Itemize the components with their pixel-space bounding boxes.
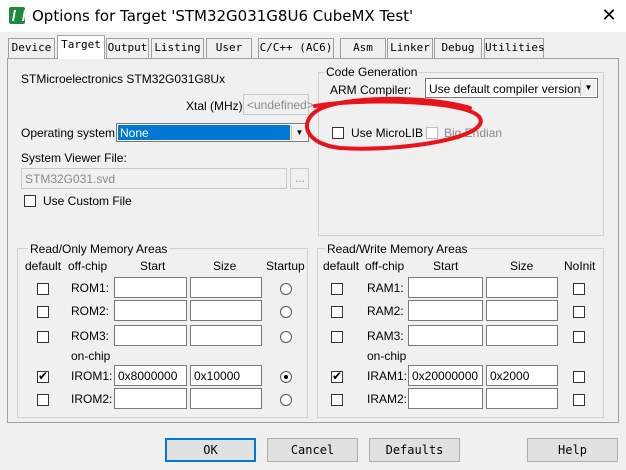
tab-target[interactable]: Target — [57, 35, 105, 59]
memory-default-checkbox[interactable] — [37, 283, 49, 295]
noinit-checkbox[interactable] — [573, 371, 585, 383]
memory-default-checkbox[interactable] — [331, 283, 343, 295]
rw-onchip-label: on-chip — [367, 349, 407, 363]
memory-area-label: RAM1: — [367, 281, 404, 295]
ro-header-start: Start — [140, 259, 166, 273]
noinit-checkbox[interactable] — [573, 306, 585, 318]
memory-start-input[interactable] — [408, 277, 483, 298]
rw-header-size: Size — [510, 259, 534, 273]
memory-size-input[interactable] — [486, 325, 558, 346]
rw-header-offchip: off-chip — [365, 259, 405, 273]
ok-button[interactable]: OK — [165, 438, 256, 462]
memory-start-input[interactable]: 0x20000000 — [408, 365, 483, 386]
ro-onchip-label: on-chip — [71, 349, 111, 363]
ro-header-size: Size — [213, 259, 237, 273]
memory-size-input[interactable] — [190, 277, 262, 298]
memory-area-label: IRAM2: — [367, 392, 408, 406]
startup-radio[interactable] — [280, 331, 292, 343]
memory-default-checkbox[interactable] — [331, 331, 343, 343]
memory-area-label: RAM3: — [367, 329, 404, 343]
memory-default-checkbox[interactable] — [331, 306, 343, 318]
memory-default-checkbox[interactable] — [331, 369, 343, 383]
ro-header-startup: Startup — [266, 259, 305, 273]
memory-area-label: IROM1: — [71, 369, 113, 383]
rw-header-noinit: NoInit — [564, 259, 596, 273]
memory-size-input[interactable]: 0x10000 — [190, 365, 262, 386]
memory-start-input[interactable]: 0x8000000 — [114, 365, 187, 386]
memory-default-checkbox[interactable] — [37, 394, 49, 406]
help-button[interactable]: Help — [527, 438, 618, 462]
memory-start-input[interactable] — [408, 388, 483, 409]
noinit-checkbox[interactable] — [573, 394, 585, 406]
rw-header-default: default — [323, 259, 360, 273]
memory-default-checkbox[interactable] — [37, 369, 49, 383]
memory-size-input[interactable] — [190, 300, 262, 321]
memory-size-input[interactable]: 0x2000 — [486, 365, 558, 386]
startup-radio[interactable] — [280, 394, 292, 406]
memory-area-label: ROM3: — [71, 329, 110, 343]
memory-area-label: RAM2: — [367, 304, 404, 318]
memory-area-label: ROM1: — [71, 281, 110, 295]
memory-size-input[interactable] — [486, 388, 558, 409]
memory-start-input[interactable] — [408, 325, 483, 346]
ro-header-offchip: off-chip — [68, 259, 108, 273]
memory-start-input[interactable] — [408, 300, 483, 321]
memory-area-label: IRAM1: — [367, 369, 408, 383]
memory-start-input[interactable] — [114, 300, 187, 321]
startup-radio[interactable] — [280, 371, 292, 383]
memory-size-input[interactable] — [486, 300, 558, 321]
defaults-button[interactable]: Defaults — [369, 438, 460, 462]
memory-default-checkbox[interactable] — [37, 331, 49, 343]
memory-start-input[interactable] — [114, 388, 187, 409]
memory-area-label: IROM2: — [71, 392, 113, 406]
memory-size-input[interactable] — [190, 325, 262, 346]
memory-size-value: 0x2000 — [490, 369, 530, 383]
ro-header-default: default — [25, 259, 62, 273]
startup-radio[interactable] — [280, 306, 292, 318]
memory-default-checkbox[interactable] — [331, 394, 343, 406]
noinit-checkbox[interactable] — [573, 283, 585, 295]
memory-size-input[interactable] — [190, 388, 262, 409]
rw-memory-title: Read/Write Memory Areas — [325, 242, 470, 256]
memory-start-value: 0x8000000 — [118, 369, 178, 383]
memory-start-input[interactable] — [114, 325, 187, 346]
noinit-checkbox[interactable] — [573, 331, 585, 343]
memory-start-value: 0x20000000 — [412, 369, 479, 383]
memory-area-label: ROM2: — [71, 304, 110, 318]
memory-start-input[interactable] — [114, 277, 187, 298]
rw-header-start: Start — [433, 259, 459, 273]
ro-memory-title: Read/Only Memory Areas — [28, 242, 170, 256]
memory-size-value: 0x10000 — [194, 369, 241, 383]
startup-radio[interactable] — [280, 283, 292, 295]
memory-default-checkbox[interactable] — [37, 306, 49, 318]
cancel-button[interactable]: Cancel — [267, 438, 358, 462]
memory-size-input[interactable] — [486, 277, 558, 298]
